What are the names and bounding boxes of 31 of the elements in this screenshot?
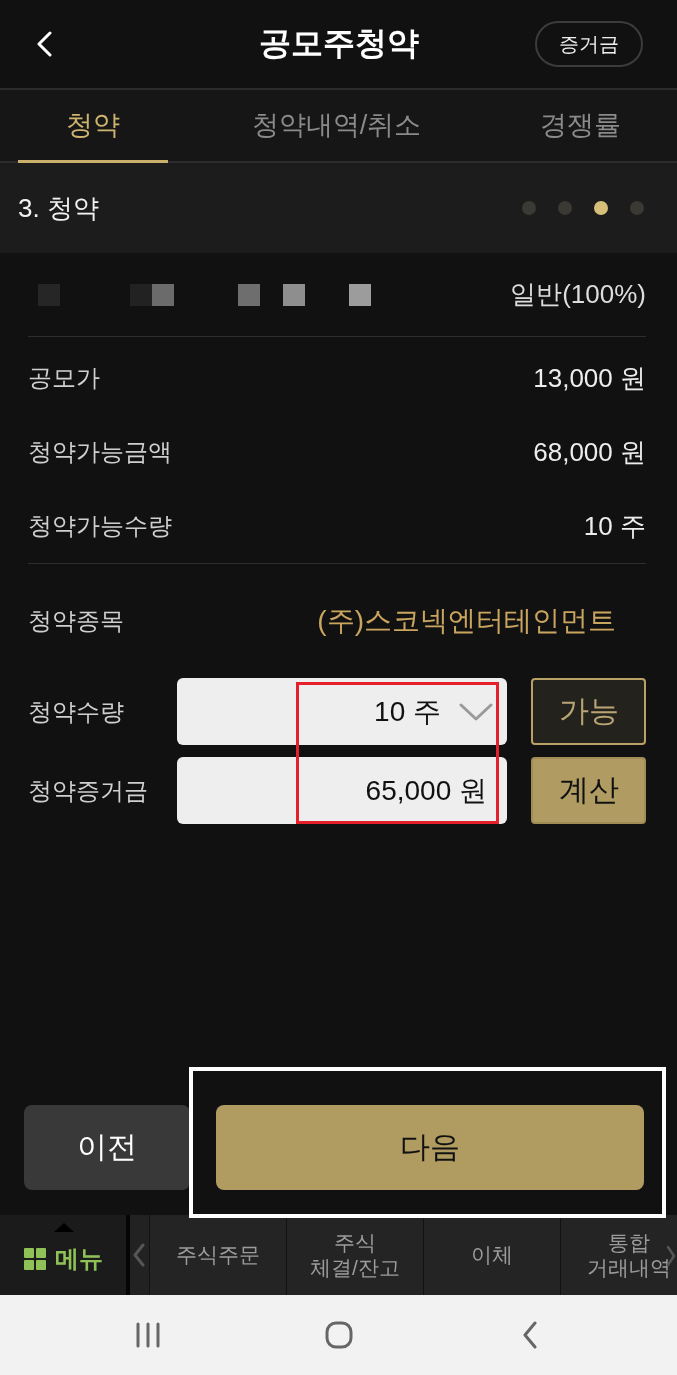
page-title: 공모주청약 [258, 24, 419, 63]
caret-up-icon [52, 1221, 76, 1233]
home-icon [324, 1321, 353, 1349]
info-value: 68,000 원 [533, 435, 646, 469]
back-icon [521, 1321, 538, 1349]
previous-button[interactable]: 이전 [24, 1105, 190, 1190]
field-label: 청약증거금 [28, 775, 149, 806]
account-type: 일반(100%) [510, 278, 646, 311]
info-label: 청약가능수량 [28, 511, 172, 541]
step-title: 3. 청약 [18, 191, 99, 225]
chevron-right-icon[interactable] [666, 1245, 676, 1267]
field-label: 청약수량 [28, 696, 125, 727]
deposit-button[interactable]: 증거금 [535, 21, 643, 67]
action-button[interactable]: 가능 [531, 678, 646, 745]
tab[interactable]: 청약내역/취소 [168, 90, 505, 163]
stock-label: 청약종목 [28, 606, 124, 636]
input-field[interactable]: 65,000 원 [177, 757, 507, 824]
info-label: 청약가능금액 [28, 437, 172, 467]
action-button[interactable]: 계산 [531, 757, 646, 824]
back-icon [36, 31, 52, 57]
tab[interactable]: 경쟁률 [505, 90, 655, 163]
select-field[interactable]: 10 주 [177, 678, 507, 745]
info-value: 10 주 [583, 509, 646, 543]
next-button[interactable]: 다음 [216, 1105, 644, 1190]
menu-button[interactable]: 메뉴 [0, 1215, 130, 1295]
info-value: 13,000 원 [533, 361, 646, 395]
info-label: 공모가 [28, 363, 100, 393]
stock-name: (주)스코넥엔터테인먼트 [317, 604, 616, 638]
chevron-down-icon [459, 702, 493, 721]
grid-icon [23, 1248, 46, 1270]
recent-apps-icon [134, 1322, 161, 1348]
